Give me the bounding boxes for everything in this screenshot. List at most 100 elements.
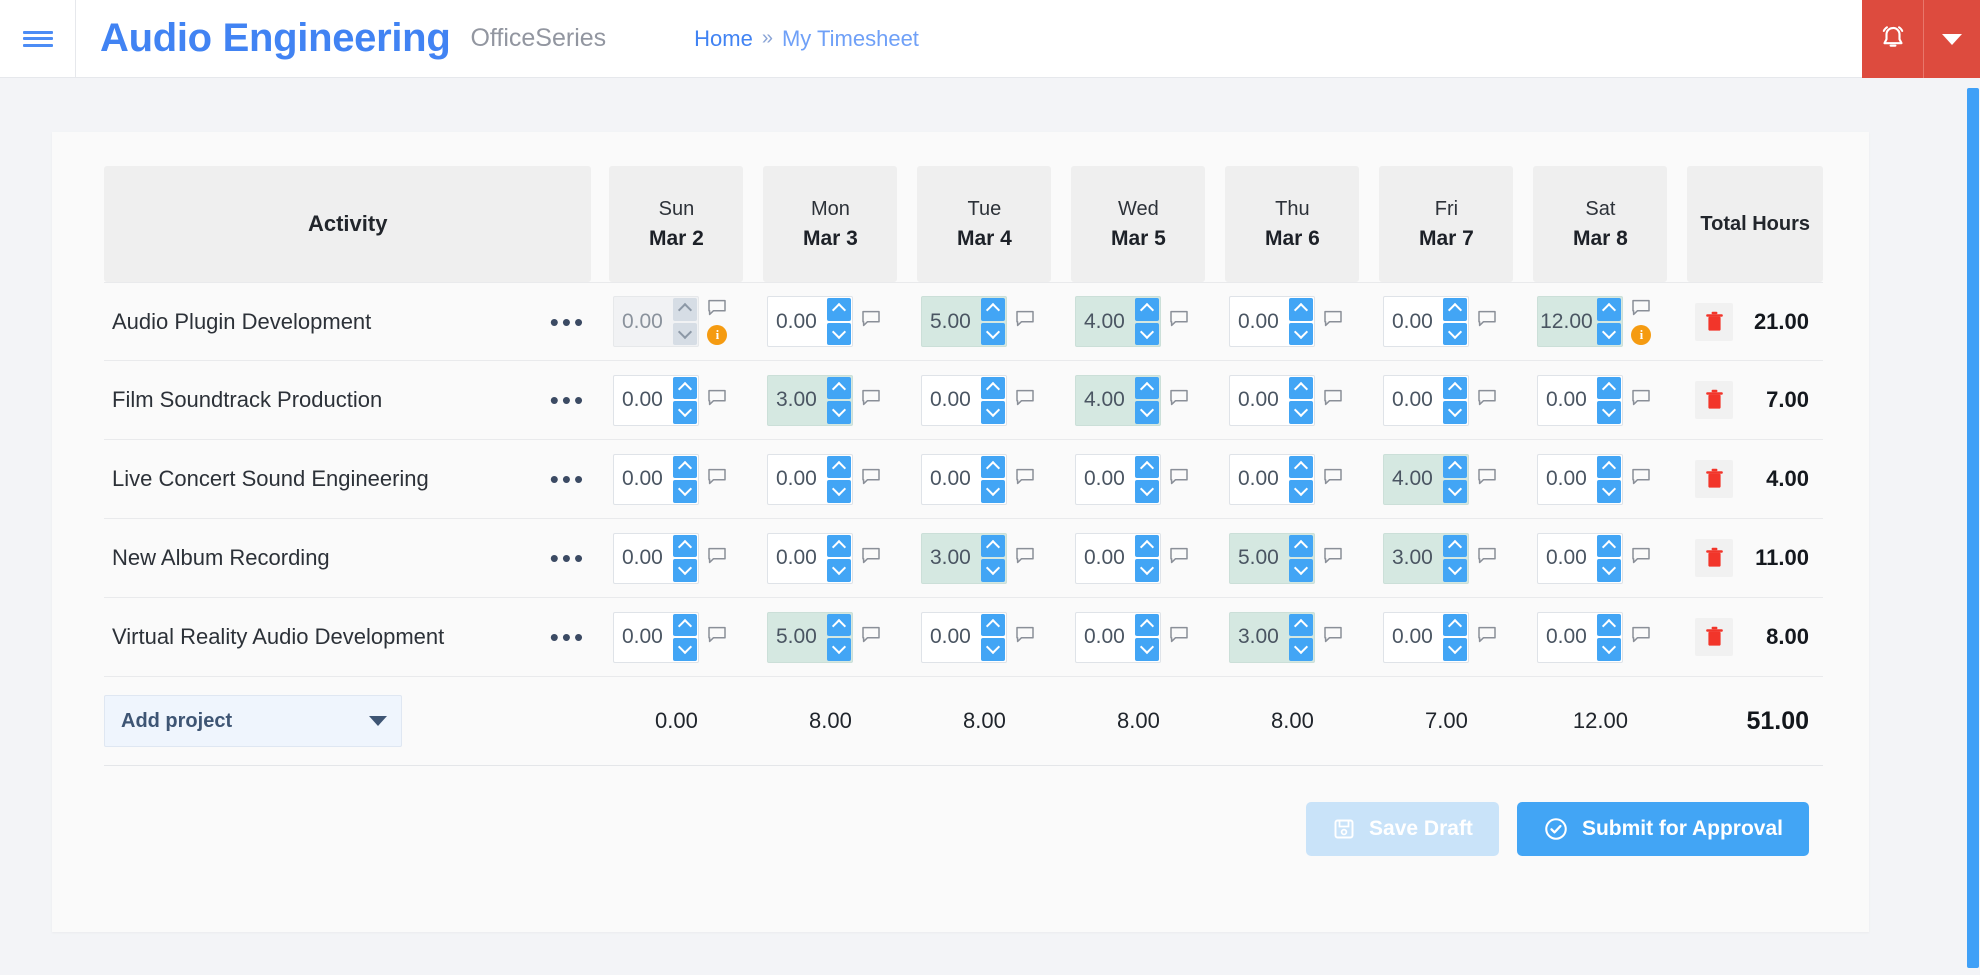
hours-stepper[interactable]: 4.00 xyxy=(1383,453,1470,505)
hours-input[interactable]: 0.00 xyxy=(1384,376,1442,425)
hours-input[interactable]: 0.00 xyxy=(1230,297,1288,346)
hours-stepper[interactable]: 0.00 xyxy=(1383,374,1470,426)
breadcrumb-current-page[interactable]: My Timesheet xyxy=(782,26,919,52)
stepper-down-button[interactable] xyxy=(981,638,1006,661)
hours-input[interactable]: 0.00 xyxy=(1076,613,1134,662)
stepper-up-button[interactable] xyxy=(1597,613,1622,636)
hours-input[interactable]: 5.00 xyxy=(768,613,826,662)
stepper-up-button[interactable] xyxy=(1289,376,1314,399)
hours-stepper[interactable]: 0.00 xyxy=(1229,453,1316,505)
hours-stepper[interactable]: 0.00 xyxy=(767,453,854,505)
hours-stepper[interactable]: 5.00 xyxy=(767,611,854,663)
hours-stepper[interactable]: 3.00 xyxy=(1383,532,1470,584)
delete-row-button[interactable] xyxy=(1695,460,1734,498)
delete-row-button[interactable] xyxy=(1695,539,1734,577)
stepper-down-button[interactable] xyxy=(1597,559,1622,582)
hours-stepper[interactable]: 3.00 xyxy=(767,374,854,426)
hours-stepper[interactable]: 0.00 xyxy=(613,532,700,584)
hours-stepper[interactable]: 3.00 xyxy=(921,532,1008,584)
stepper-down-button[interactable] xyxy=(827,322,852,345)
comment-button[interactable] xyxy=(1169,389,1189,412)
stepper-up-button[interactable] xyxy=(981,376,1006,399)
comment-button[interactable] xyxy=(861,547,881,570)
stepper-up-button[interactable] xyxy=(1443,455,1468,478)
hours-stepper[interactable]: 0.00 xyxy=(613,374,700,426)
row-menu-button[interactable]: ••• xyxy=(544,282,592,361)
stepper-down-button[interactable] xyxy=(1443,401,1468,424)
hours-stepper[interactable]: 0.00 xyxy=(613,453,700,505)
stepper-up-button[interactable] xyxy=(673,534,698,557)
hours-input[interactable]: 5.00 xyxy=(1230,534,1288,583)
stepper-up-button[interactable] xyxy=(1135,298,1160,321)
stepper-up-button[interactable] xyxy=(827,613,852,636)
hours-input[interactable]: 0.00 xyxy=(1538,534,1596,583)
comment-button[interactable] xyxy=(707,468,727,491)
stepper-down-button[interactable] xyxy=(1443,480,1468,503)
stepper-down-button[interactable] xyxy=(1289,480,1314,503)
stepper-down-button[interactable] xyxy=(827,638,852,661)
info-badge-icon[interactable]: i xyxy=(1631,324,1652,345)
save-draft-button[interactable]: Save Draft xyxy=(1306,802,1499,856)
comment-button[interactable] xyxy=(1323,626,1343,649)
delete-row-button[interactable] xyxy=(1695,381,1734,419)
hours-input[interactable]: 3.00 xyxy=(922,534,980,583)
stepper-up-button[interactable] xyxy=(827,534,852,557)
stepper-up-button[interactable] xyxy=(981,455,1006,478)
hours-input[interactable]: 0.00 xyxy=(1230,455,1288,504)
comment-button[interactable] xyxy=(861,310,881,333)
comment-button[interactable] xyxy=(1015,468,1035,491)
hours-input[interactable]: 5.00 xyxy=(922,297,980,346)
stepper-down-button[interactable] xyxy=(1597,480,1622,503)
comment-button[interactable] xyxy=(707,389,727,412)
stepper-up-button[interactable] xyxy=(827,298,852,321)
stepper-up-button[interactable] xyxy=(1289,455,1314,478)
stepper-down-button[interactable] xyxy=(981,480,1006,503)
delete-row-button[interactable] xyxy=(1695,302,1734,341)
hours-stepper[interactable]: 12.00 xyxy=(1537,296,1624,347)
stepper-up-button[interactable] xyxy=(827,455,852,478)
stepper-up-button[interactable] xyxy=(1443,613,1468,636)
stepper-down-button[interactable] xyxy=(673,559,698,582)
stepper-down-button[interactable] xyxy=(981,322,1006,345)
stepper-up-button[interactable] xyxy=(1597,455,1622,478)
hours-stepper[interactable]: 3.00 xyxy=(1229,611,1316,663)
hours-input[interactable]: 0.00 xyxy=(1076,534,1134,583)
hours-input[interactable]: 0.00 xyxy=(1538,376,1596,425)
hours-input[interactable]: 4.00 xyxy=(1076,297,1134,346)
stepper-down-button[interactable] xyxy=(1135,638,1160,661)
hours-stepper[interactable]: 0.00 xyxy=(1537,611,1624,663)
stepper-up-button[interactable] xyxy=(1443,298,1468,321)
comment-button[interactable] xyxy=(1631,547,1651,570)
hours-input[interactable]: 12.00 xyxy=(1538,297,1596,346)
stepper-up-button[interactable] xyxy=(673,613,698,636)
hours-stepper[interactable]: 4.00 xyxy=(1075,296,1162,347)
stepper-up-button[interactable] xyxy=(673,455,698,478)
comment-button[interactable] xyxy=(707,547,727,570)
hours-input[interactable]: 0.00 xyxy=(768,297,826,346)
comment-button[interactable] xyxy=(1169,310,1189,333)
hours-input[interactable]: 0.00 xyxy=(922,613,980,662)
hours-stepper[interactable]: 0.00 xyxy=(1537,453,1624,505)
hours-stepper[interactable]: 0.00 xyxy=(1075,453,1162,505)
stepper-up-button[interactable] xyxy=(1289,613,1314,636)
page-scrollbar-track[interactable] xyxy=(1966,78,1980,975)
row-menu-button[interactable]: ••• xyxy=(544,598,592,677)
comment-button[interactable] xyxy=(861,389,881,412)
stepper-up-button[interactable] xyxy=(1135,376,1160,399)
stepper-down-button[interactable] xyxy=(827,480,852,503)
stepper-down-button[interactable] xyxy=(1597,322,1622,345)
stepper-down-button[interactable] xyxy=(1135,559,1160,582)
hours-stepper[interactable]: 0.00 xyxy=(1229,374,1316,426)
comment-button[interactable] xyxy=(1323,468,1343,491)
stepper-down-button[interactable] xyxy=(1443,322,1468,345)
stepper-up-button[interactable] xyxy=(1289,298,1314,321)
stepper-down-button[interactable] xyxy=(673,480,698,503)
alarm-dropdown-button[interactable] xyxy=(1924,0,1980,78)
comment-button[interactable] xyxy=(861,626,881,649)
hours-input[interactable]: 0.00 xyxy=(614,455,672,504)
stepper-up-button[interactable] xyxy=(1135,534,1160,557)
hours-input[interactable]: 4.00 xyxy=(1384,455,1442,504)
stepper-up-button[interactable] xyxy=(1443,534,1468,557)
stepper-up-button[interactable] xyxy=(1597,534,1622,557)
comment-button[interactable] xyxy=(1477,547,1497,570)
